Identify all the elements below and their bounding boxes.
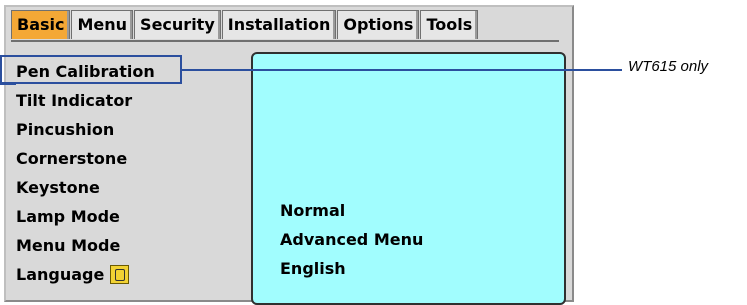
tab-installation[interactable]: Installation bbox=[221, 10, 337, 39]
callout-label: WT615 only bbox=[628, 58, 709, 75]
menu-item-lamp-mode[interactable]: Lamp Mode bbox=[16, 202, 155, 231]
tab-basic[interactable]: Basic bbox=[11, 10, 71, 39]
lamp-mode-value: Normal bbox=[280, 201, 346, 220]
tab-options[interactable]: Options bbox=[337, 10, 420, 39]
tab-security[interactable]: Security bbox=[134, 10, 221, 39]
language-value: English bbox=[280, 259, 346, 278]
language-globe-icon bbox=[110, 265, 130, 284]
callout-highlight-box bbox=[0, 55, 182, 84]
value-list: Normal Advanced Menu English bbox=[280, 196, 423, 283]
tab-divider bbox=[11, 40, 559, 42]
menu-item-cornerstone[interactable]: Cornerstone bbox=[16, 144, 155, 173]
tab-bar: Basic Menu Security Installation Options… bbox=[11, 10, 479, 40]
menu-item-language[interactable]: Language bbox=[16, 260, 155, 289]
tab-tools[interactable]: Tools bbox=[420, 10, 479, 39]
tab-menu[interactable]: Menu bbox=[71, 10, 134, 39]
menu-item-keystone[interactable]: Keystone bbox=[16, 173, 155, 202]
menu-item-menu-mode[interactable]: Menu Mode bbox=[16, 231, 155, 260]
menu-item-pincushion[interactable]: Pincushion bbox=[16, 115, 155, 144]
menu-mode-value: Advanced Menu bbox=[280, 230, 424, 249]
callout-left-line bbox=[0, 83, 16, 85]
menu-item-language-label: Language bbox=[16, 265, 105, 284]
menu-item-list: Pen Calibration Tilt Indicator Pincushio… bbox=[16, 57, 155, 289]
callout-line bbox=[182, 69, 622, 71]
menu-item-tilt-indicator[interactable]: Tilt Indicator bbox=[16, 86, 155, 115]
